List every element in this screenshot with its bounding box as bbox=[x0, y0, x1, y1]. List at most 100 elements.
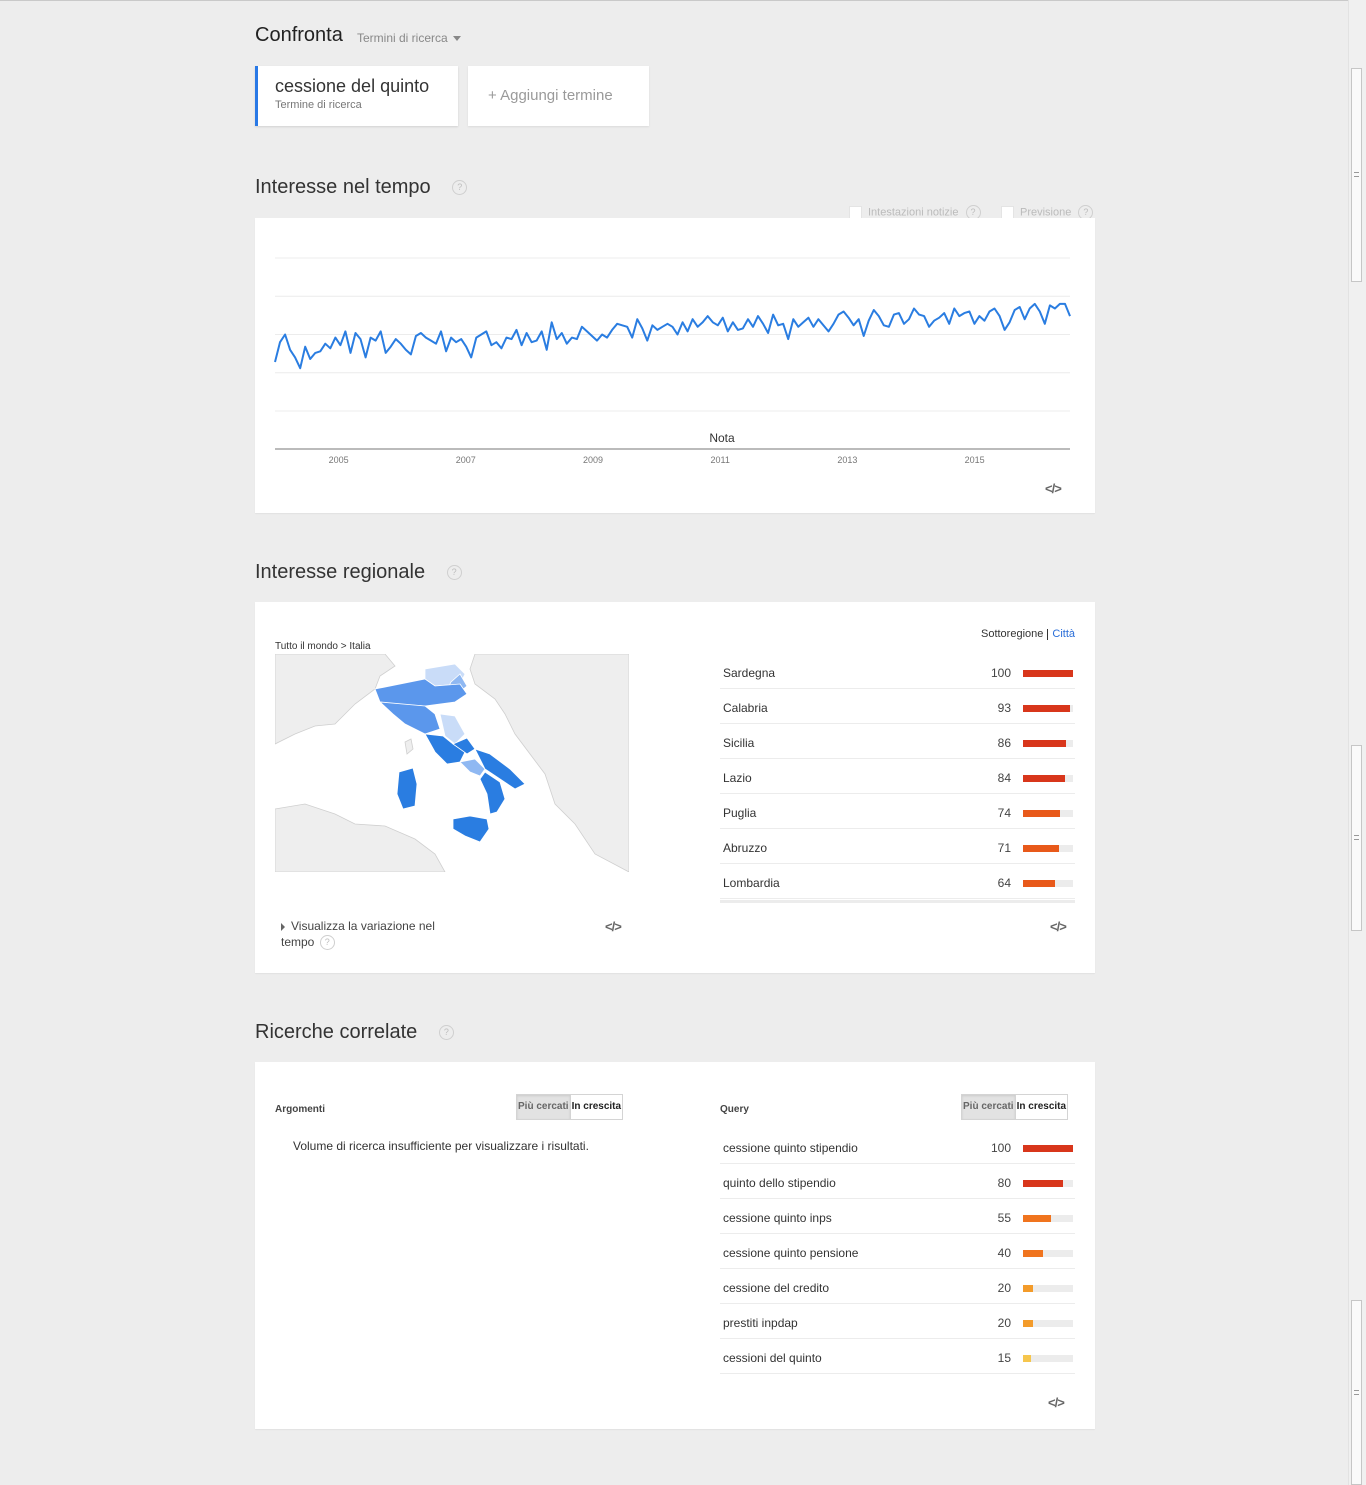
search-term-name: cessione del quinto bbox=[275, 76, 430, 96]
list-item-name: cessione del credito bbox=[723, 1281, 830, 1295]
interest-line-chart[interactable]: 2005 2007 2009 2011 2013 2015 Nota bbox=[255, 218, 1095, 478]
topics-toggle: Più cercati In crescita bbox=[516, 1094, 624, 1120]
italy-region-map[interactable] bbox=[274, 653, 630, 873]
scrollbar-thumb[interactable] bbox=[1351, 68, 1362, 282]
help-icon[interactable]: ? bbox=[446, 565, 462, 581]
chart-note[interactable]: Nota bbox=[709, 431, 735, 445]
scrollbar-thumb[interactable] bbox=[1351, 1300, 1362, 1485]
list-item[interactable]: cessione del credito 20 bbox=[720, 1269, 1075, 1304]
region-ranking-list: Sardegna 100 Calabria 93 Sicilia 86 Lazio 84 Pug… bbox=[720, 654, 1075, 903]
subregion-toggle[interactable]: Sottoregione bbox=[981, 628, 1043, 640]
list-item-name: cessione quinto inps bbox=[723, 1211, 832, 1225]
list-item[interactable]: quinto dello stipendio 80 bbox=[720, 1164, 1075, 1199]
value-bar-fill bbox=[1023, 845, 1059, 852]
page-scrollbar[interactable] bbox=[1348, 0, 1366, 1485]
topics-top-button[interactable]: Più cercati bbox=[517, 1095, 571, 1119]
query-ranking-list: cessione quinto stipendio 100 quinto dello… bbox=[720, 1129, 1075, 1374]
show-change-label: Visualizza la variazione nel tempo bbox=[281, 919, 435, 949]
list-item[interactable]: cessione quinto stipendio 100 bbox=[720, 1129, 1075, 1164]
interest-over-time-card: 2005 2007 2009 2011 2013 2015 Nota </> bbox=[255, 218, 1095, 513]
list-item[interactable]: Lazio 84 bbox=[720, 759, 1075, 794]
value-bar-fill bbox=[1023, 670, 1073, 677]
queries-top-button[interactable]: Più cercati bbox=[962, 1095, 1016, 1119]
list-item-value: 64 bbox=[997, 876, 1011, 890]
list-item[interactable]: Puglia 74 bbox=[720, 794, 1075, 829]
value-bar bbox=[1023, 1250, 1073, 1257]
embed-code-icon[interactable]: </> bbox=[1048, 1395, 1065, 1410]
list-item-name: Abruzzo bbox=[723, 841, 768, 855]
list-item-name: cessione quinto stipendio bbox=[723, 1141, 858, 1155]
regional-interest-label: Interesse regionale bbox=[255, 561, 426, 583]
list-item-name: prestiti inpdap bbox=[723, 1316, 798, 1330]
topics-rising-button[interactable]: In crescita bbox=[571, 1095, 622, 1119]
scrollbar-thumb[interactable] bbox=[1351, 745, 1362, 931]
related-searches-card: Argomenti Più cercati In crescita Volume… bbox=[255, 1062, 1095, 1429]
news-headlines-label: Intestazioni notizie bbox=[868, 206, 959, 219]
list-item-value: 100 bbox=[990, 1141, 1011, 1155]
list-item-name: Sardegna bbox=[723, 666, 776, 680]
value-bar-fill bbox=[1023, 810, 1060, 817]
list-item[interactable]: prestiti inpdap 20 bbox=[720, 1304, 1075, 1339]
help-icon[interactable]: ? bbox=[319, 935, 335, 951]
x-tick-label: 2005 bbox=[329, 455, 349, 465]
window-top-border bbox=[0, 0, 1366, 1]
grip-icon bbox=[1354, 172, 1359, 177]
list-item-value: 80 bbox=[997, 1176, 1011, 1190]
value-bar-fill bbox=[1023, 1355, 1031, 1362]
x-tick-label: 2011 bbox=[711, 455, 730, 465]
embed-code-icon[interactable]: </> bbox=[1045, 481, 1062, 496]
search-term-type: Termine di ricerca bbox=[275, 99, 362, 111]
forecast-label: Previsione bbox=[1020, 206, 1072, 219]
city-toggle[interactable]: Città bbox=[1052, 628, 1075, 640]
region-city-toggle: Sottoregione Città bbox=[981, 628, 1075, 640]
value-bar bbox=[1023, 1215, 1073, 1222]
value-bar-fill bbox=[1023, 1320, 1033, 1327]
list-item-value: 55 bbox=[997, 1211, 1011, 1225]
list-item-value: 84 bbox=[997, 771, 1011, 785]
list-item-value: 15 bbox=[997, 1351, 1011, 1365]
value-bar bbox=[1023, 845, 1073, 852]
help-icon[interactable]: ? bbox=[452, 180, 468, 196]
list-item[interactable]: Sicilia 86 bbox=[720, 724, 1075, 759]
list-item-value: 74 bbox=[997, 806, 1011, 820]
list-item[interactable]: Calabria 93 bbox=[720, 689, 1075, 724]
list-item-value: 20 bbox=[997, 1316, 1011, 1330]
add-term-button[interactable]: + Aggiungi termine bbox=[468, 66, 649, 126]
interest-over-time-title: Interesse nel tempo ? bbox=[255, 176, 468, 199]
term-type-dropdown[interactable]: Termini di ricerca bbox=[357, 31, 461, 45]
value-bar bbox=[1023, 1180, 1073, 1187]
list-item-value: 100 bbox=[990, 666, 1011, 680]
list-item-name: quinto dello stipendio bbox=[723, 1176, 836, 1190]
value-bar-fill bbox=[1023, 1215, 1051, 1222]
list-item-name: Lombardia bbox=[723, 876, 780, 890]
queries-rising-button[interactable]: In crescita bbox=[1016, 1095, 1067, 1119]
value-bar-fill bbox=[1023, 775, 1065, 782]
value-bar bbox=[1023, 1320, 1073, 1327]
help-icon[interactable]: ? bbox=[438, 1025, 454, 1041]
value-bar-fill bbox=[1023, 740, 1066, 747]
search-term-card[interactable]: cessione del quinto Termine di ricerca bbox=[255, 66, 458, 126]
embed-code-icon[interactable]: </> bbox=[605, 919, 622, 934]
add-term-label: + Aggiungi termine bbox=[488, 87, 613, 104]
value-bar bbox=[1023, 1355, 1073, 1362]
list-item[interactable]: Abruzzo 71 bbox=[720, 829, 1075, 864]
list-item-name: cessione quinto pensione bbox=[723, 1246, 859, 1260]
expand-triangle-icon bbox=[281, 922, 285, 931]
list-item[interactable]: Lombardia 64 bbox=[720, 864, 1075, 899]
queries-toggle: Più cercati In crescita bbox=[961, 1094, 1069, 1120]
value-bar bbox=[1023, 1285, 1073, 1292]
list-item[interactable]: cessione quinto inps 55 bbox=[720, 1199, 1075, 1234]
map-breadcrumb[interactable]: Tutto il mondo > Italia bbox=[275, 641, 371, 652]
list-item-name: Sicilia bbox=[723, 736, 755, 750]
list-item-name: Lazio bbox=[723, 771, 752, 785]
value-bar-fill bbox=[1023, 880, 1055, 887]
x-tick-label: 2015 bbox=[965, 455, 985, 465]
list-item[interactable]: cessioni del quinto 15 bbox=[720, 1339, 1075, 1374]
show-change-over-time[interactable]: Visualizza la variazione nel tempo ? bbox=[281, 918, 461, 951]
list-item-value: 71 bbox=[997, 841, 1011, 855]
list-item[interactable]: cessione quinto pensione 40 bbox=[720, 1234, 1075, 1269]
embed-code-icon[interactable]: </> bbox=[1050, 919, 1067, 934]
list-item[interactable]: Sardegna 100 bbox=[720, 654, 1075, 689]
list-item-value: 20 bbox=[997, 1281, 1011, 1295]
value-bar bbox=[1023, 670, 1073, 677]
